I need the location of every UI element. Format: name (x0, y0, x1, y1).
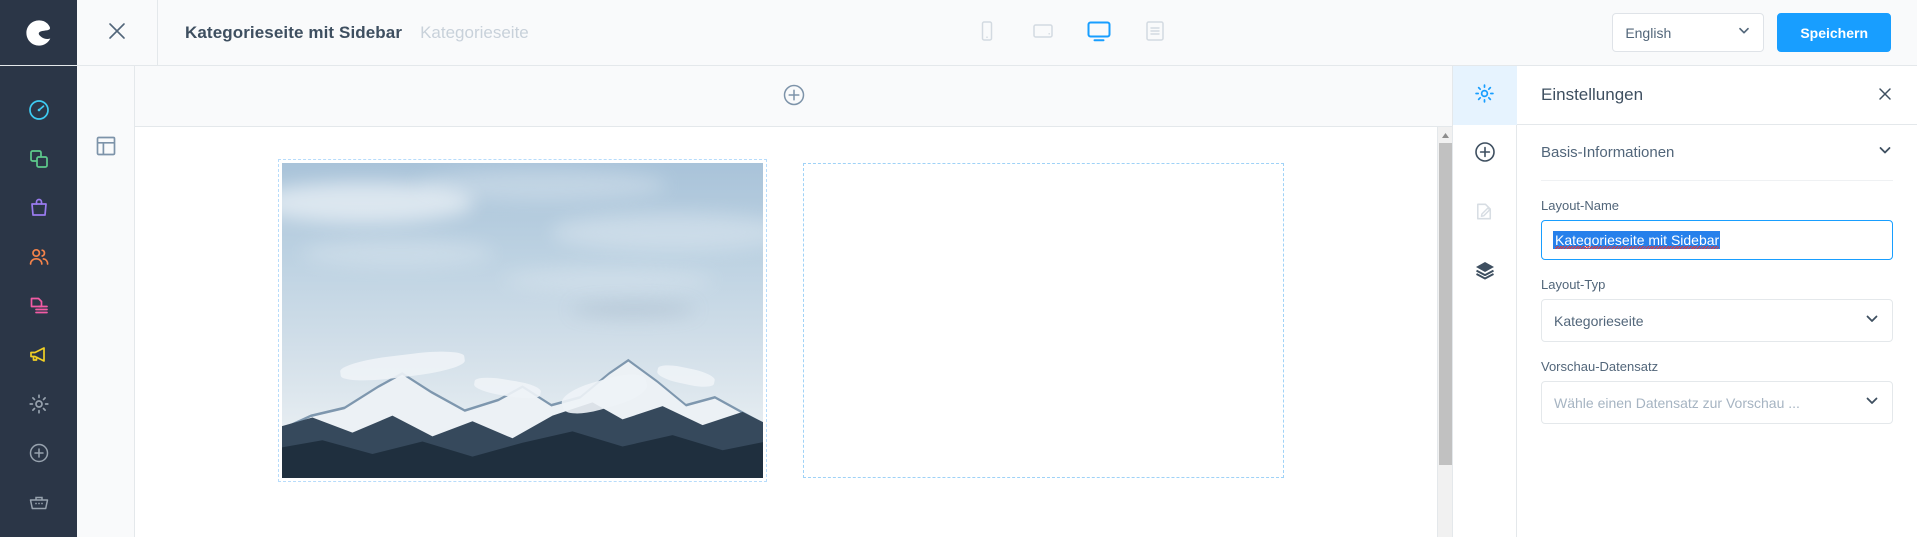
sidebar-item-customers[interactable] (18, 235, 60, 284)
settings-rail-layers-tab[interactable] (1453, 243, 1517, 302)
sidebar-item-add-shortcut[interactable] (18, 431, 60, 480)
sidebar-item-extensions-store[interactable] (18, 480, 60, 529)
tool-layout-blocks[interactable] (86, 128, 126, 168)
header-spacer (529, 0, 970, 65)
settings-rail-settings-tab[interactable] (1452, 66, 1517, 125)
layers-icon (1473, 258, 1497, 287)
layout-editor-app: Kategorieseite mit Sidebar Kategorieseit… (0, 0, 1917, 537)
layout-type-select[interactable]: Kategorieseite (1541, 299, 1893, 342)
close-icon (106, 20, 128, 45)
header-actions: English Speichern (1612, 0, 1917, 65)
sidebar-item-settings[interactable] (18, 382, 60, 431)
close-editor-cell[interactable] (77, 0, 158, 65)
list-icon (1142, 18, 1168, 47)
settings-panel-header: Einstellungen (1517, 66, 1917, 125)
settings-rail-edit-tab[interactable] (1453, 184, 1517, 243)
empty-block[interactable] (803, 163, 1284, 478)
shopware-logo-icon (24, 18, 54, 48)
layout-name-input[interactable]: Kategorieseite mit Sidebar (1541, 220, 1893, 260)
settings-panel: Einstellungen Basis-Informationen Layout… (1517, 66, 1917, 537)
device-view-switcher (970, 0, 1172, 65)
layout-name-value: Kategorieseite mit Sidebar (1553, 231, 1721, 249)
settings-panel-body: Basis-Informationen Layout-Name Kategori… (1517, 125, 1917, 424)
desktop-icon (1084, 16, 1114, 49)
chevron-down-icon (1864, 392, 1880, 413)
close-button[interactable] (106, 20, 128, 45)
main-navigation (0, 66, 77, 537)
sidebar-item-content[interactable] (18, 284, 60, 333)
main-navigation-bottom (0, 431, 77, 537)
sidebar-item-marketing[interactable] (18, 333, 60, 382)
canvas-stage-area (135, 127, 1452, 537)
plus-circle-icon (781, 82, 807, 111)
image-block-outline (278, 159, 767, 482)
preview-record-field: Vorschau-Datensatz Wähle einen Datensatz… (1541, 342, 1893, 424)
editor-body: Einstellungen Basis-Informationen Layout… (0, 66, 1917, 537)
canvas-scrollbar[interactable] (1437, 127, 1452, 537)
add-section-button[interactable] (781, 82, 807, 111)
settings-rail-add-block-tab[interactable] (1453, 125, 1517, 184)
image-block[interactable] (278, 159, 767, 482)
chevron-down-icon (1737, 23, 1751, 42)
dashboard-gauge-icon (27, 98, 51, 127)
layout-type-field: Layout-Typ Kategorieseite (1541, 260, 1893, 342)
sidebar-item-orders[interactable] (18, 186, 60, 235)
add-section-bar (135, 66, 1452, 127)
layout-type-label: Layout-Typ (1541, 277, 1606, 292)
marketing-megaphone-icon (27, 343, 51, 372)
sidebar-item-dashboard[interactable] (18, 88, 60, 137)
settings-rail (1452, 66, 1517, 537)
orders-bag-icon (27, 196, 51, 225)
basis-informationen-section-toggle[interactable]: Basis-Informationen (1541, 125, 1893, 181)
preview-record-placeholder: Wähle einen Datensatz zur Vorschau ... (1554, 394, 1800, 411)
chevron-up-icon (1441, 127, 1450, 144)
close-icon (1877, 86, 1893, 105)
sidebar-item-catalogue[interactable] (18, 137, 60, 186)
basis-informationen-title: Basis-Informationen (1541, 144, 1675, 161)
device-desktop-button[interactable] (1082, 16, 1116, 50)
canvas-column (135, 66, 1453, 537)
scrollbar-thumb[interactable] (1439, 143, 1452, 465)
mobile-icon (974, 18, 1000, 47)
page-title: Kategorieseite mit Sidebar (185, 22, 403, 42)
settings-panel-close-button[interactable] (1877, 86, 1893, 105)
chevron-down-icon (1877, 142, 1893, 163)
layout-name-field: Layout-Name Kategorieseite mit Sidebar (1541, 181, 1893, 260)
shopware-logo[interactable] (0, 0, 77, 65)
device-tablet-button[interactable] (1026, 16, 1060, 50)
language-select[interactable]: English (1612, 13, 1765, 52)
layout-name-label: Layout-Name (1541, 198, 1620, 213)
language-select-value: English (1625, 24, 1672, 41)
top-header: Kategorieseite mit Sidebar Kategorieseit… (0, 0, 1917, 66)
basket-icon (27, 490, 51, 519)
save-button[interactable]: Speichern (1777, 13, 1892, 52)
catalogue-copy-icon (27, 147, 51, 176)
customers-people-icon (27, 245, 51, 274)
content-document-icon (27, 294, 51, 323)
edit-document-icon (1473, 200, 1496, 228)
device-mobile-button[interactable] (970, 16, 1004, 50)
tool-rail (77, 66, 135, 537)
plus-circle-icon (1473, 140, 1497, 169)
settings-gear-icon (1473, 82, 1496, 110)
header-title-group: Kategorieseite mit Sidebar Kategorieseit… (158, 0, 529, 65)
page-subtitle: Kategorieseite (420, 22, 529, 42)
scrollbar-up-arrow[interactable] (1438, 127, 1452, 143)
chevron-down-icon (1864, 310, 1880, 331)
layout-type-value: Kategorieseite (1554, 312, 1644, 329)
stage (135, 127, 1452, 482)
plus-circle-icon (27, 441, 51, 470)
settings-panel-title: Einstellungen (1541, 85, 1644, 104)
tablet-icon (1029, 17, 1057, 48)
preview-record-label: Vorschau-Datensatz (1541, 359, 1659, 374)
settings-gear-icon (27, 392, 51, 421)
layout-grid-icon (95, 135, 117, 162)
preview-record-select[interactable]: Wähle einen Datensatz zur Vorschau ... (1541, 381, 1893, 424)
header-spacer-right (1172, 0, 1613, 65)
device-list-button[interactable] (1138, 16, 1172, 50)
